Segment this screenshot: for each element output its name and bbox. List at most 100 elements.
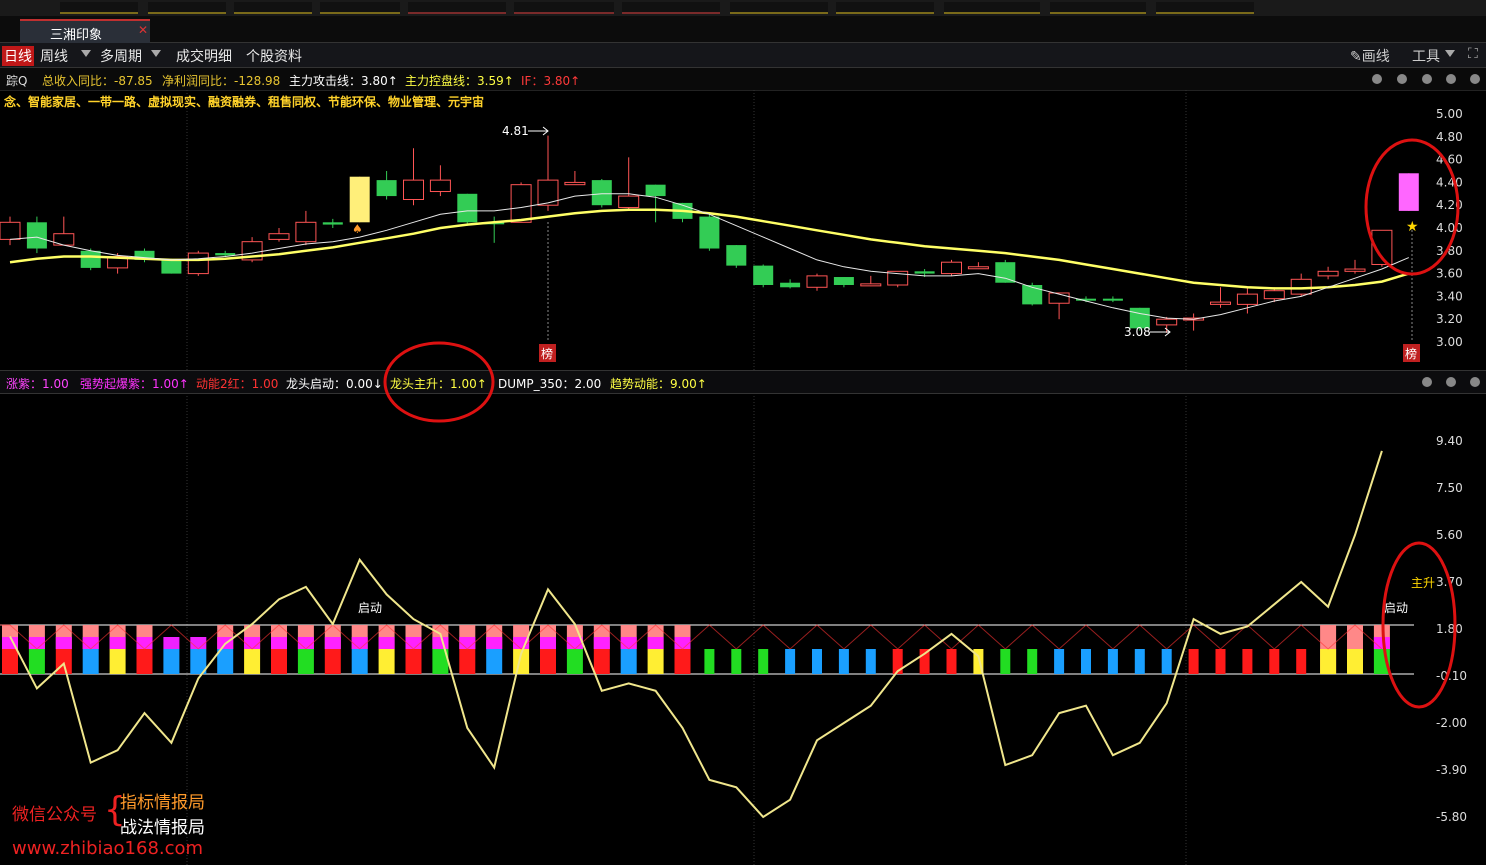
candle-down[interactable] (80, 250, 101, 268)
arrow-icon (528, 126, 549, 136)
candle-down[interactable] (645, 184, 666, 197)
close-icon[interactable] (1470, 377, 1480, 387)
indicator-tick-label: -0.10 (1436, 669, 1467, 683)
add-icon[interactable] (1446, 74, 1456, 84)
menu-multi-period[interactable]: 多周期 (100, 46, 142, 66)
signal-bar-bottom (378, 649, 395, 674)
candle-up[interactable] (1156, 318, 1178, 326)
zigzag-line (0, 624, 1383, 650)
candle-down[interactable] (1022, 285, 1043, 305)
expand-icon[interactable]: ⛶ (1468, 46, 1478, 62)
indicator-tick-label: -3.90 (1436, 763, 1467, 777)
signal-bar-bottom (324, 649, 341, 674)
candle-up[interactable] (1290, 278, 1312, 295)
signal-bar-mid (82, 637, 99, 649)
signal-bar-bottom (674, 649, 691, 674)
close-icon[interactable]: ✕ (138, 23, 148, 37)
candle-up[interactable] (860, 283, 882, 287)
bang-label: 榜 (541, 346, 553, 361)
candle-down[interactable] (161, 259, 182, 274)
draw-line-button[interactable]: ✎画线 (1350, 46, 1390, 66)
status-block (514, 2, 614, 14)
signal-bar-mid (28, 637, 45, 649)
candle-up[interactable] (941, 261, 962, 275)
signal-bar (731, 649, 742, 674)
candle-down[interactable] (780, 282, 801, 288)
candle-up[interactable] (1317, 270, 1339, 277)
candle-down[interactable] (726, 245, 747, 266)
chevron-down-icon[interactable] (1445, 50, 1455, 57)
tools-menu-button[interactable]: 工具 (1412, 46, 1440, 66)
high-price-label: 4.81 (502, 124, 529, 138)
menu-weekly[interactable]: 周线 (40, 46, 68, 66)
chevron-down-icon[interactable] (81, 50, 91, 57)
status-block (1156, 2, 1254, 14)
signal-bar-mid (163, 637, 180, 649)
candle-up[interactable] (967, 266, 989, 270)
candle-up[interactable] (0, 221, 21, 240)
candle-up[interactable] (187, 252, 209, 275)
status-block (944, 2, 1040, 14)
candle-down[interactable] (914, 271, 935, 274)
candle-down[interactable] (995, 262, 1016, 283)
status-block (622, 2, 720, 14)
candle-down[interactable] (699, 216, 720, 249)
candle-up[interactable] (1344, 268, 1366, 272)
chevron-down-icon[interactable] (151, 50, 161, 57)
candle-up[interactable] (564, 181, 586, 186)
candle-up[interactable] (1263, 290, 1285, 300)
help-icon[interactable] (1372, 74, 1382, 84)
candle-down[interactable] (215, 253, 236, 256)
signal-bar-mid (324, 637, 341, 649)
status-block (1050, 2, 1146, 14)
price-chart[interactable]: 5.004.804.604.404.204.003.803.603.403.20… (0, 90, 1486, 370)
candle-down[interactable] (322, 222, 343, 225)
signal-bar (1027, 649, 1038, 674)
refresh-icon[interactable] (1422, 74, 1432, 84)
indicator-chart[interactable]: 9.407.505.603.701.80-0.10-2.00-3.90-5.80… (0, 393, 1486, 865)
candle-down[interactable] (376, 180, 397, 197)
candle-down[interactable] (833, 277, 854, 285)
candle-up[interactable] (1210, 301, 1231, 305)
signal-bar (1107, 649, 1118, 674)
candle-down[interactable] (457, 193, 478, 223)
stock-tab-title: 三湘印象 (50, 28, 103, 43)
gear-icon[interactable] (1397, 74, 1407, 84)
period-menu-bar: 日线 周线 多周期 成交明细 个股资料 ✎画线 工具 ⛶ (0, 43, 1486, 68)
indicator-info-bar: 踪Q 总收入同比：-87.85 净利润同比：-128.98 主力攻击线：3.80… (0, 68, 1486, 91)
help-icon[interactable] (1422, 377, 1432, 387)
signal-bar-mid (109, 637, 126, 649)
menu-stock-info[interactable]: 个股资料 (246, 46, 302, 66)
candle-up[interactable] (295, 221, 317, 243)
candle-down[interactable] (753, 265, 774, 285)
gear-icon[interactable] (1446, 377, 1456, 387)
candle-up[interactable] (403, 179, 424, 201)
candle-up[interactable] (510, 184, 532, 223)
menu-daily[interactable]: 日线 (2, 46, 34, 66)
top-status-strip (0, 0, 1486, 16)
signal-bar-mid (297, 637, 314, 649)
indicator-tick-label: 1.80 (1436, 622, 1463, 636)
candle-up[interactable] (1236, 293, 1258, 305)
candle-highlight[interactable] (1398, 173, 1419, 211)
candle-up[interactable] (806, 275, 828, 288)
signal-bar (1188, 649, 1199, 674)
candle-up[interactable] (618, 195, 640, 208)
signal-bar (1242, 649, 1253, 674)
candle-down[interactable] (26, 222, 47, 249)
menu-trade-detail[interactable]: 成交明细 (176, 46, 232, 66)
candle-highlight[interactable] (349, 176, 370, 223)
signal-bar (812, 649, 822, 674)
candle-down[interactable] (1102, 298, 1123, 301)
candle-up[interactable] (268, 233, 290, 240)
stock-tab[interactable]: 三湘印象 ✕ (20, 19, 150, 43)
info-if: IF：3.80↑ (521, 74, 581, 88)
candle-down[interactable] (591, 180, 612, 206)
signal-bar-mid (620, 637, 637, 649)
status-block (148, 2, 226, 14)
close-icon[interactable] (1470, 74, 1480, 84)
candle-up[interactable] (429, 179, 451, 193)
signal-bar-bottom (459, 649, 476, 674)
signal-bar-mid (378, 637, 395, 649)
signal-bar-bottom (405, 649, 422, 674)
